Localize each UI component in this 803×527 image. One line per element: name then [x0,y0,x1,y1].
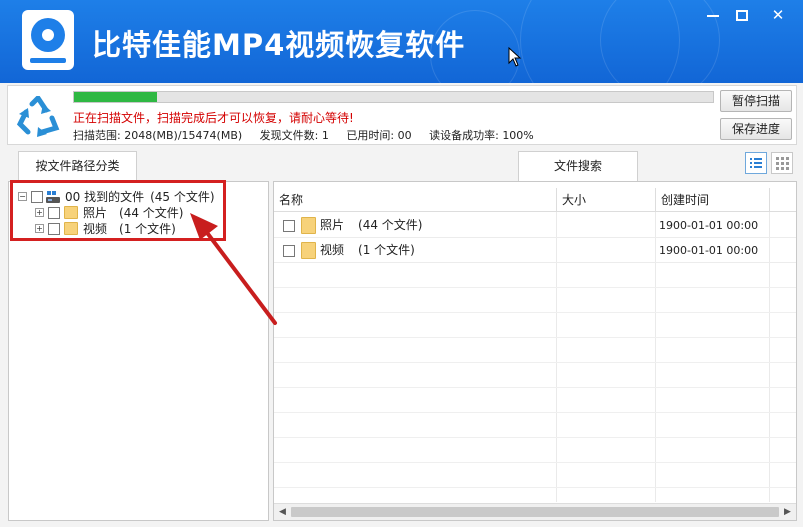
annotation-arrow-icon [190,213,277,325]
